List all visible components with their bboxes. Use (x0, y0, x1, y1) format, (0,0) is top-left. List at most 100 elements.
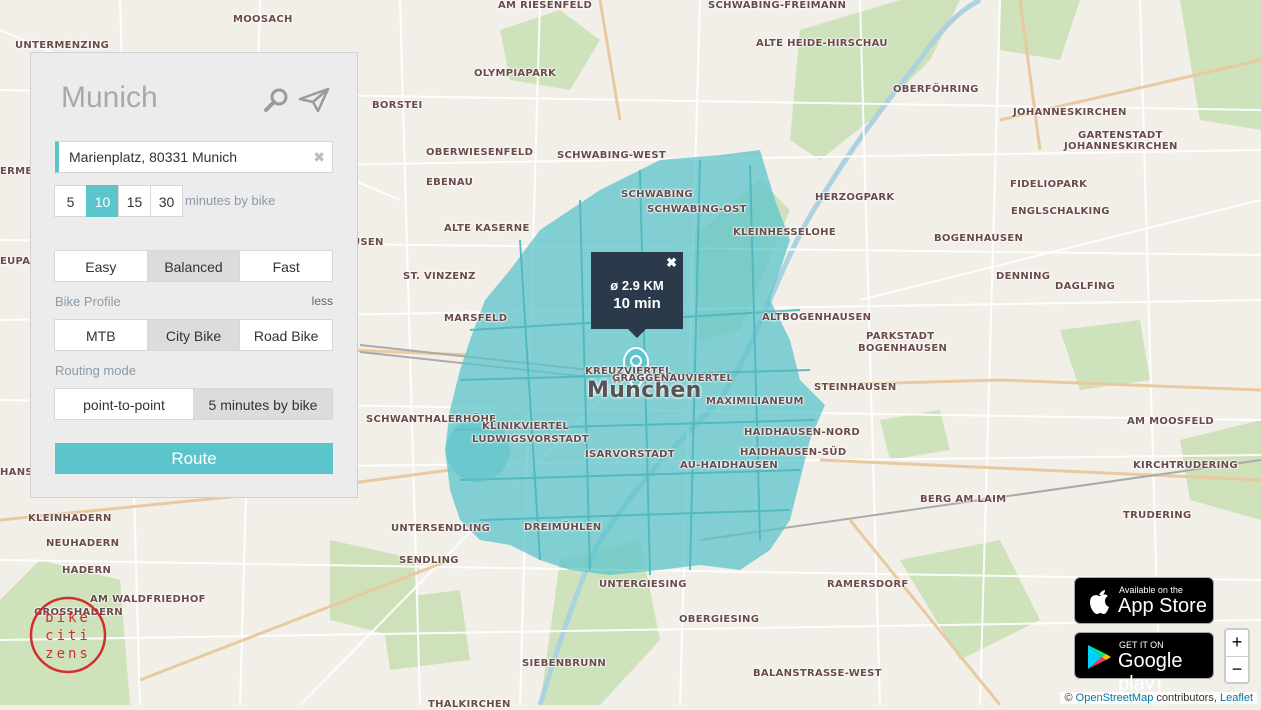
attribution-prefix: © (1064, 692, 1073, 704)
place-label: BALANSTRASSE-WEST (753, 668, 882, 679)
map-attribution: © OpenStreetMap contributors, Leaflet (1060, 692, 1257, 704)
place-label: HAIDHAUSEN-NORD (744, 427, 860, 438)
place-label: UNTERSENDLING (391, 523, 491, 534)
attribution-middle: contributors, (1156, 692, 1217, 704)
panel-title: Munich (61, 81, 158, 114)
minutes-option-30[interactable]: 30 (150, 185, 183, 217)
isochrone-popup: ✖ ø 2.9 KM 10 min (591, 252, 683, 329)
leaflet-link[interactable]: Leaflet (1220, 692, 1253, 704)
popup-distance: ø 2.9 KM (610, 278, 664, 293)
route-button[interactable]: Route (55, 443, 333, 474)
openstreetmap-link[interactable]: OpenStreetMap (1076, 692, 1154, 704)
place-label: MAXIMILIANEUM (706, 396, 804, 407)
place-label: BORSTEI (372, 100, 423, 111)
place-label: DAGLFING (1055, 281, 1116, 292)
place-label: BOGENHAUSEN (934, 233, 1024, 244)
place-label: STEINHAUSEN (814, 382, 897, 393)
zoom-out-button[interactable]: − (1226, 656, 1248, 683)
place-label: OBERFÖHRING (893, 84, 979, 95)
place-label: ST. VINZENZ (403, 271, 476, 282)
place-label: AU-HAIDHAUSEN (680, 460, 779, 471)
place-label: KLINIKVIERTEL (482, 421, 570, 432)
place-label: KLEINHADERN (28, 513, 112, 524)
place-label: ISARVORSTADT (585, 449, 675, 460)
send-icon[interactable] (298, 87, 330, 113)
svg-text:bike: bike (45, 610, 91, 626)
place-label: ALTE HEIDE-HIRSCHAU (756, 38, 888, 49)
minutes-selector: 5 10 15 30 (54, 185, 183, 217)
app-store-badge[interactable]: Available on the App Store (1074, 577, 1214, 624)
place-label: ALTBOGENHAUSEN (762, 312, 872, 323)
routing-mode-option-point-to-point[interactable]: point-to-point (54, 388, 194, 420)
route-panel: Munich ✖ 5101530 minutes by bike EasyBal… (30, 52, 358, 498)
address-field[interactable]: ✖ (55, 141, 333, 173)
place-label: SIEBENBRUNN (522, 658, 607, 669)
zoom-in-button[interactable]: + (1226, 630, 1248, 656)
place-label: SENDLING (399, 555, 459, 566)
place-label: MOOSACH (233, 14, 293, 25)
routing-mode-label: Routing mode (55, 363, 136, 378)
difficulty-option-balanced[interactable]: Balanced (146, 250, 241, 282)
place-label: PARKSTADT (866, 331, 935, 342)
popup-time: 10 min (613, 295, 661, 312)
place-label: SCHWABING-OST (647, 204, 747, 215)
search-icon[interactable] (263, 87, 289, 113)
place-label: OBERWIESENFELD (426, 147, 534, 158)
difficulty-selector: Easy Balanced Fast (54, 250, 334, 282)
place-label: NEUHADERN (46, 538, 120, 549)
bike-type-option-city-bike[interactable]: City Bike (146, 319, 241, 351)
place-label: ENGLSCHALKING (1011, 206, 1110, 217)
place-label: BERG AM LAIM (920, 494, 1007, 505)
place-label: DENNING (996, 271, 1051, 282)
place-label: BOGENHAUSEN (858, 343, 948, 354)
difficulty-option-fast[interactable]: Fast (239, 250, 334, 282)
place-label: KLEINHESSELOHE (733, 227, 836, 238)
place-label: HERZOGPARK (815, 192, 895, 203)
minutes-option-10[interactable]: 10 (86, 185, 119, 217)
place-label: HAIDHAUSEN-SÜD (740, 447, 847, 458)
svg-text:citi: citi (45, 628, 91, 644)
minutes-option-5[interactable]: 5 (54, 185, 87, 217)
place-label: JOHANNESKIRCHEN (1013, 107, 1127, 118)
less-toggle[interactable]: less (312, 294, 333, 308)
place-label: HADERN (62, 565, 112, 576)
popup-close-button[interactable]: ✖ (666, 255, 677, 271)
routing-mode-option-5-minutes-by-bike[interactable]: 5 minutes by bike (193, 388, 333, 420)
appstore-big-text: App Store (1118, 595, 1207, 617)
minutes-label: minutes by bike (185, 193, 276, 208)
place-label: RAMERSDORF (827, 579, 909, 590)
googleplay-big-text: Google play (1118, 650, 1183, 695)
place-label: OBERGIESING (679, 614, 760, 625)
bike-type-selector: MTB City Bike Road Bike (54, 319, 334, 351)
bikecitizens-logo[interactable]: bike citi zens (28, 595, 108, 675)
place-label: SCHWABING-WEST (557, 150, 666, 161)
place-label: KIRCHTRUDERING (1133, 460, 1238, 471)
place-label: UNTERGIESING (599, 579, 687, 590)
place-label: LUDWIGSVORSTADT (472, 434, 589, 445)
place-label: DREIMÜHLEN (524, 522, 602, 533)
place-label: SCHWABING-FREIMANN (708, 0, 847, 11)
place-label: AM MOOSFELD (1127, 416, 1214, 427)
zoom-control: + − (1224, 628, 1250, 684)
apple-icon (1090, 590, 1109, 614)
place-label: SCHWANTHALERHÖHE (366, 414, 497, 425)
place-label: OLYMPIAPARK (474, 68, 557, 79)
minutes-option-15[interactable]: 15 (118, 185, 151, 217)
google-play-badge[interactable]: GET IT ON Google play (1074, 632, 1214, 695)
address-input[interactable] (69, 149, 309, 165)
difficulty-option-easy[interactable]: Easy (54, 250, 148, 282)
place-label: MARSFELD (444, 313, 508, 324)
place-label: AM RIESENFELD (498, 0, 593, 11)
place-label: SCHWABING (621, 189, 693, 200)
googleplay-small-text: GET IT ON (1119, 640, 1164, 650)
place-label: GRAGGENAUVIERTEL (612, 373, 734, 384)
clear-address-icon[interactable]: ✖ (313, 149, 325, 166)
bike-type-option-road-bike[interactable]: Road Bike (239, 319, 334, 351)
place-label: EBENAU (426, 177, 474, 188)
place-label: FIDELIOPARK (1010, 179, 1088, 190)
place-label: TRUDERING (1123, 510, 1192, 521)
place-label: ALTE KASERNE (444, 223, 530, 234)
bike-type-option-mtb[interactable]: MTB (54, 319, 148, 351)
place-label: UNTERMENZING (15, 40, 110, 51)
svg-text:zens: zens (45, 646, 91, 662)
